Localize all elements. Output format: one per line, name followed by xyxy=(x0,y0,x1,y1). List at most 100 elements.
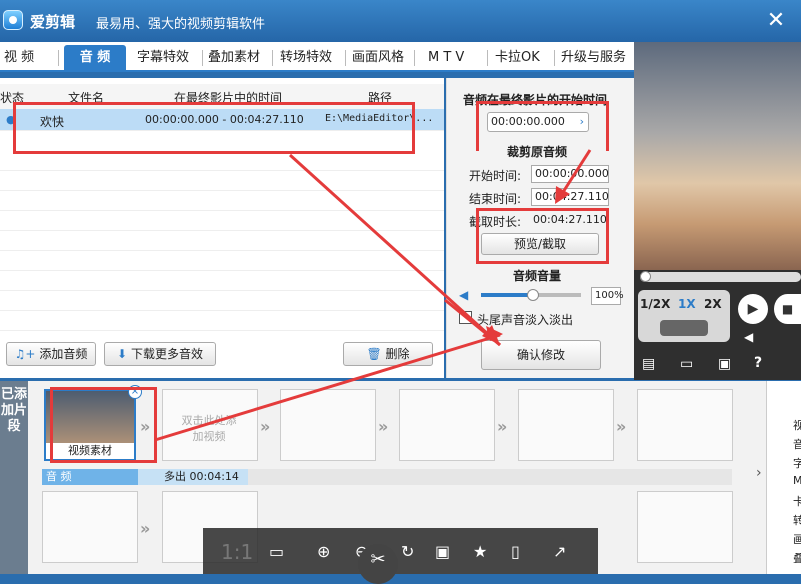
stop-icon[interactable]: ■ xyxy=(774,294,801,324)
add-video-hint: 双击此处添加视频 xyxy=(181,414,237,443)
track-item[interactable]: 音 xyxy=(793,436,801,452)
cut-icon[interactable]: ✂ xyxy=(358,544,398,584)
rotate-icon[interactable]: ↻ xyxy=(401,542,414,561)
speed-double[interactable]: 2X xyxy=(704,297,722,311)
arrow-right-icon: » xyxy=(616,417,627,436)
highlight-box xyxy=(476,208,609,264)
speed-normal[interactable]: 1X xyxy=(678,297,696,311)
empty-slot[interactable] xyxy=(518,389,614,461)
arrow-right-icon: » xyxy=(497,417,508,436)
title-bar: 爱剪辑 最易用、强大的视频剪辑软件 ✕ xyxy=(0,0,801,42)
arrow-right-icon: » xyxy=(260,417,271,436)
table-row xyxy=(0,271,444,291)
save-icon[interactable]: ▣ xyxy=(718,356,731,372)
download-label: 下载更多音效 xyxy=(130,347,203,361)
save-icon[interactable]: ▣ xyxy=(435,542,450,561)
table-row xyxy=(0,151,444,171)
tab-mtv[interactable]: M T V xyxy=(428,47,464,69)
volume-fill xyxy=(481,293,533,297)
bottom-toolbar: 1:1 ▭ ⊕ ⊖ ✂ ↻ ▣ ★ ▯ ↗ xyxy=(203,528,598,584)
add-audio-button[interactable]: ♫+ 添加音频 xyxy=(6,342,96,366)
delete-button[interactable]: 🗑 删除 xyxy=(343,342,433,366)
share-icon[interactable]: ↗ xyxy=(553,542,566,561)
tab-transition[interactable]: 转场特效 xyxy=(280,47,332,69)
add-music-icon: ♫+ xyxy=(14,347,36,361)
expand-right-icon[interactable]: › xyxy=(756,465,762,481)
table-row xyxy=(0,191,444,211)
seek-bar[interactable] xyxy=(640,271,801,282)
arrow-right-icon: » xyxy=(140,519,151,538)
jog-wheel[interactable] xyxy=(660,320,708,336)
table-row xyxy=(0,171,444,191)
track-item[interactable]: 转 xyxy=(793,512,801,528)
device-icon[interactable]: ▯ xyxy=(511,542,520,561)
volume-title: 音频音量 xyxy=(513,269,562,283)
tab-subtitle-effects[interactable]: 字幕特效 xyxy=(137,47,189,69)
track-item[interactable]: M xyxy=(793,474,801,487)
tab-video[interactable]: 视 频 xyxy=(4,47,34,69)
empty-slot[interactable] xyxy=(42,491,138,563)
tab-divider xyxy=(58,50,59,66)
track-item[interactable]: 叠 xyxy=(793,550,801,566)
new-project-icon[interactable]: ▤ xyxy=(642,356,655,372)
table-row xyxy=(0,311,444,331)
tab-upgrade[interactable]: 升级与服务 xyxy=(561,47,626,69)
fade-label: 头尾声音淡入淡出 xyxy=(477,313,574,327)
table-row xyxy=(0,211,444,231)
volume-knob[interactable] xyxy=(527,289,539,301)
empty-slot[interactable] xyxy=(637,389,733,461)
tab-divider xyxy=(487,50,488,66)
help-icon[interactable]: ? xyxy=(754,355,762,371)
delete-label: 删除 xyxy=(385,347,410,361)
start-label: 开始时间: xyxy=(469,169,522,183)
track-item[interactable]: 视 xyxy=(793,417,801,433)
fade-checkbox[interactable] xyxy=(459,311,472,324)
track-item[interactable]: 卡 xyxy=(793,493,801,509)
empty-slot[interactable] xyxy=(399,389,495,461)
volume-value: 100% xyxy=(591,287,624,305)
highlight-box xyxy=(476,101,609,151)
end-label: 结束时间: xyxy=(469,192,522,206)
bookmark-icon[interactable]: ★ xyxy=(473,542,487,561)
player-controls: 1/2X 1X 2X ▶ ■ ◀ ▤ ▭ ▣ ? xyxy=(634,270,801,380)
volume-icon[interactable]: ◀ xyxy=(744,330,753,344)
tab-audio[interactable]: 音 频 xyxy=(64,45,126,70)
track-item[interactable]: 画 xyxy=(793,531,801,547)
video-preview xyxy=(634,42,801,270)
audio-track-label: 音 频 xyxy=(42,469,138,485)
tab-overlay[interactable]: 叠加素材 xyxy=(208,47,260,69)
seek-knob[interactable] xyxy=(640,271,651,282)
ratio-label[interactable]: 1:1 xyxy=(221,540,253,564)
confirm-button[interactable]: 确认修改 xyxy=(481,340,601,370)
tab-bar: 视 频 音 频 字幕特效 叠加素材 转场特效 画面风格 M T V 卡拉OK 升… xyxy=(0,42,634,72)
tab-karaoke[interactable]: 卡拉OK xyxy=(495,47,540,69)
app-logo-icon xyxy=(3,10,23,30)
arrow-right-icon: » xyxy=(378,417,389,436)
highlight-box xyxy=(13,102,415,154)
speaker-icon: ◀ xyxy=(459,288,469,302)
trim-start-input[interactable]: 00:00:00.000 xyxy=(531,165,609,183)
empty-slot[interactable] xyxy=(280,389,376,461)
play-icon[interactable]: ▶ xyxy=(738,294,768,324)
close-icon[interactable]: ✕ xyxy=(762,7,790,35)
zoom-in-icon[interactable]: ⊕ xyxy=(317,542,330,561)
fit-screen-icon[interactable]: ▭ xyxy=(269,542,284,561)
trim-end-input[interactable]: 00:04:27.110 xyxy=(531,188,609,206)
app-subtitle: 最易用、强大的视频剪辑软件 xyxy=(96,17,266,32)
volume-slider[interactable] xyxy=(481,289,581,301)
download-more-button[interactable]: ⬇ 下载更多音效 xyxy=(104,342,216,366)
table-row xyxy=(0,251,444,271)
tab-divider xyxy=(345,50,346,66)
tab-divider xyxy=(202,50,203,66)
open-folder-icon[interactable]: ▭ xyxy=(680,356,693,372)
speed-half[interactable]: 1/2X xyxy=(640,297,670,311)
tab-divider xyxy=(414,50,415,66)
track-item[interactable]: 字 xyxy=(793,455,801,471)
empty-slot[interactable] xyxy=(637,491,733,563)
tab-style[interactable]: 画面风格 xyxy=(352,47,404,69)
table-row xyxy=(0,291,444,311)
add-video-slot[interactable]: 双击此处添加视频 xyxy=(162,389,258,461)
added-clips-label: 已添加片段 xyxy=(0,381,28,574)
tab-divider xyxy=(272,50,273,66)
trash-icon: 🗑 xyxy=(366,347,382,361)
